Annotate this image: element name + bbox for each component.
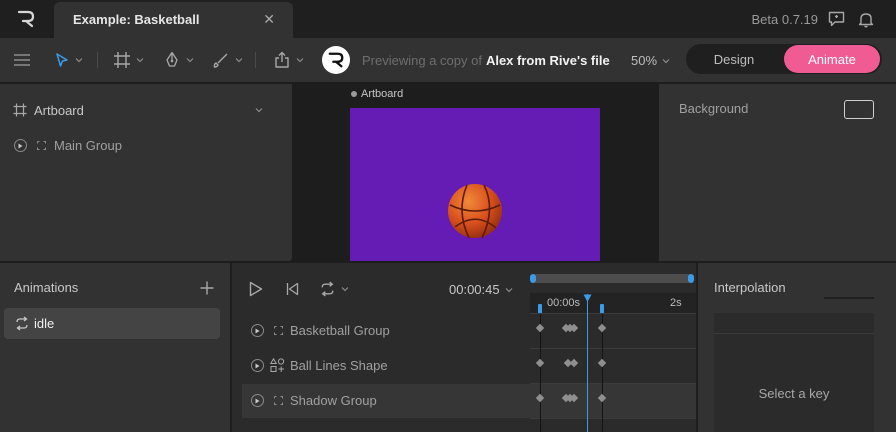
chevron-down-icon <box>235 58 243 63</box>
ruler-start-label: 00:00s <box>547 297 581 309</box>
timecode-value: 00:00:45 <box>449 282 500 297</box>
main-group-item-label[interactable]: Main Group <box>54 138 122 153</box>
pointer-icon <box>56 53 68 67</box>
toolbar-divider <box>255 52 256 68</box>
loop-mode-dropdown[interactable] <box>319 281 349 297</box>
loop-icon <box>14 316 30 331</box>
chevron-down-icon <box>75 58 83 63</box>
playhead-line <box>587 294 588 432</box>
animations-panel: Animations idle <box>0 263 230 432</box>
toolbar-divider <box>97 52 98 68</box>
menu-icon[interactable] <box>12 49 32 71</box>
select-key-hint: Select a key <box>758 386 830 401</box>
range-end-handle[interactable] <box>688 274 694 283</box>
range-start-handle[interactable] <box>530 274 536 283</box>
close-tab-icon[interactable]: ✕ <box>263 11 275 28</box>
ruler-end-label: 2s <box>670 297 682 309</box>
timeline-panel: 00:00:45 00:00s 2s Basketball Group Ball… <box>232 263 696 432</box>
preview-notice: Previewing a copy of Alex from Rive's fi… <box>322 46 610 74</box>
track-label[interactable]: Basketball Group <box>290 323 390 338</box>
rive-logo-icon <box>328 52 344 68</box>
frame-icon <box>114 52 130 68</box>
select-tool-button[interactable] <box>54 49 83 71</box>
export-button[interactable] <box>273 49 304 71</box>
mode-switch: Design Animate <box>686 44 882 74</box>
timeline-range-bar[interactable] <box>532 274 692 283</box>
expand-arrow-icon[interactable] <box>251 394 264 407</box>
keyframe-row <box>535 358 607 368</box>
feedback-icon[interactable] <box>828 11 845 27</box>
artboard-name-label[interactable]: Artboard <box>361 88 403 100</box>
track-label[interactable]: Shadow Group <box>290 393 377 408</box>
pen-tool-button[interactable] <box>163 49 194 71</box>
toolbar: Previewing a copy of Alex from Rive's fi… <box>0 38 896 82</box>
artboard-tool-button[interactable] <box>113 49 144 71</box>
interpolation-panel: Interpolation Select a key <box>698 263 896 432</box>
design-mode-button[interactable]: Design <box>686 44 782 74</box>
share-icon <box>275 51 289 68</box>
loop-icon <box>321 281 334 297</box>
artboard-dot-icon <box>351 91 357 97</box>
group-icon <box>274 396 283 405</box>
animations-title: Animations <box>14 280 79 295</box>
skip-to-start-icon[interactable] <box>286 282 299 296</box>
playhead-handle[interactable] <box>583 294 592 303</box>
file-tab-title: Example: Basketball <box>73 12 200 27</box>
animate-mode-button[interactable]: Animate <box>784 45 880 73</box>
timecode-dropdown[interactable]: 00:00:45 <box>449 282 513 297</box>
group-icon <box>37 141 46 150</box>
keyframe-row <box>535 323 607 333</box>
notification-bell-icon[interactable] <box>858 11 874 28</box>
chevron-down-icon[interactable] <box>255 107 263 113</box>
zoom-dropdown[interactable]: 50% <box>631 53 670 68</box>
rive-logo-icon[interactable] <box>17 10 35 28</box>
preview-text: Previewing a copy of <box>362 52 482 68</box>
interpolation-editor: Select a key <box>714 313 874 432</box>
track-label[interactable]: Ball Lines Shape <box>290 358 388 373</box>
artboard-frame-icon <box>13 103 27 117</box>
chevron-down-icon <box>341 287 349 292</box>
chevron-down-icon <box>186 58 194 63</box>
background-color-swatch[interactable] <box>844 100 874 119</box>
shapes-icon <box>270 358 285 373</box>
add-animation-icon[interactable] <box>200 281 214 295</box>
editor-divider <box>714 333 874 334</box>
interpolation-curve-preview <box>824 297 874 299</box>
chevron-down-icon <box>505 287 513 292</box>
interpolation-title: Interpolation <box>714 280 786 295</box>
group-icon <box>274 326 283 335</box>
basketball[interactable] <box>446 181 504 243</box>
inspector-panel: Background <box>659 84 896 261</box>
chevron-down-icon <box>296 58 304 63</box>
artboard[interactable] <box>350 108 600 261</box>
hierarchy-panel: Artboard Main Group <box>0 84 292 261</box>
artboard-item-label[interactable]: Artboard <box>34 103 84 118</box>
shape-tool-button[interactable] <box>212 49 243 71</box>
expand-arrow-icon[interactable] <box>251 359 264 372</box>
brush-icon <box>213 53 228 68</box>
animation-item[interactable]: idle <box>4 308 220 339</box>
play-icon[interactable] <box>249 281 263 297</box>
expand-arrow-icon[interactable] <box>251 324 264 337</box>
owner-avatar <box>322 46 350 74</box>
zoom-value: 50% <box>631 53 658 68</box>
chevron-down-icon <box>136 58 144 63</box>
pen-nib-icon <box>166 51 178 67</box>
animation-item-label: idle <box>34 316 55 331</box>
title-bar: Example: Basketball ✕ Beta 0.7.19 <box>0 0 896 38</box>
preview-file-owner: Alex from Rive's file <box>485 52 610 68</box>
keyframe-row <box>535 393 607 403</box>
file-tab[interactable]: Example: Basketball ✕ <box>54 2 293 38</box>
chevron-down-icon <box>662 58 670 63</box>
version-label: Beta 0.7.19 <box>751 12 819 27</box>
stage-canvas[interactable]: Artboard <box>294 84 657 261</box>
expand-arrow-icon[interactable] <box>14 139 27 152</box>
background-label: Background <box>679 101 749 116</box>
keyframe-track-area[interactable] <box>530 314 696 432</box>
